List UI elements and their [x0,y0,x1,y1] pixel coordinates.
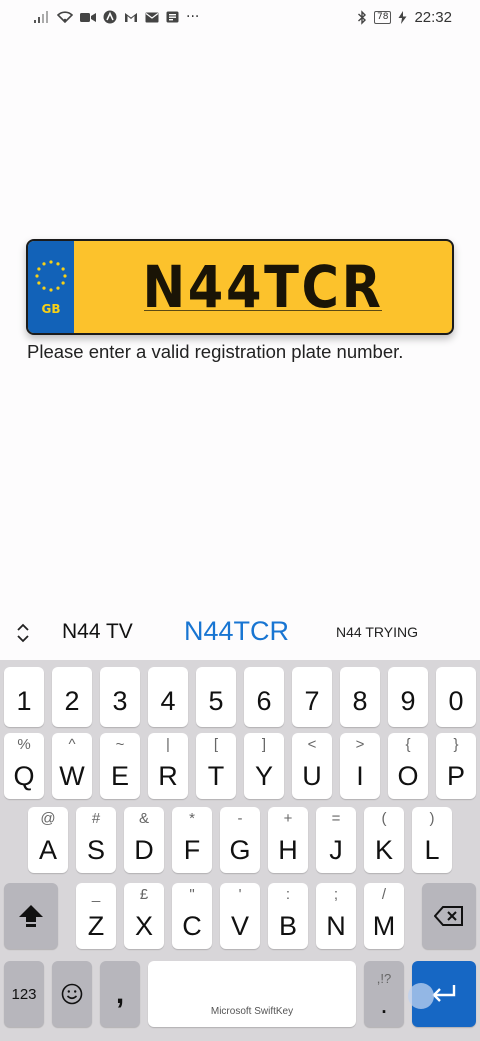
key-z[interactable]: _ Z [76,883,116,949]
emoji-icon [61,983,83,1005]
key-f[interactable]: * F [172,807,212,873]
status-bar: ··· 78 22:32 [0,0,480,34]
status-right: 78 22:32 [357,9,452,26]
numbers-mode-key[interactable]: 123 [4,961,44,1027]
signal-icon [34,9,50,25]
key-t[interactable]: [T [196,733,236,799]
period-key[interactable]: ,!?. [364,961,404,1027]
enter-key[interactable] [408,961,476,1027]
emoji-key[interactable] [52,961,92,1027]
key-6[interactable]: 6 [244,667,284,727]
key-p[interactable]: } P [436,733,476,799]
plate-country-band: GB [28,241,74,333]
suggestion-item[interactable]: N44 TRYING [336,624,418,640]
key-c[interactable]: " C [172,883,212,949]
plate-country-code: GB [41,302,61,316]
key-o[interactable]: {O [388,733,428,799]
battery-icon: 78 [374,10,392,24]
arch-icon [103,9,117,25]
eu-stars-icon [35,260,67,292]
key-5[interactable]: 5 [196,667,236,727]
key-9[interactable]: 9 [388,667,428,727]
keyboard: 1 2 3 4 5 6 7 8 9 0 % Q ^ W ~ E | R [T ] Y < U… [0,660,480,1041]
key-a[interactable]: @ A [28,807,68,873]
key-d[interactable]: & D [124,807,164,873]
key-r[interactable]: | R [148,733,188,799]
key-u[interactable]: < U [292,733,332,799]
space-key[interactable]: Microsoft SwiftKey [148,961,356,1027]
backspace-key[interactable] [422,883,476,949]
touch-indicator [408,983,434,1009]
backspace-icon [434,906,463,926]
plate-registration-text[interactable]: N44TCR [142,258,383,316]
key-e[interactable]: ~ E [100,733,140,799]
space-key-label: Microsoft SwiftKey [210,1006,294,1017]
key-w[interactable]: ^ W [52,733,92,799]
text-cursor-underline [144,309,382,311]
gmail-icon [124,9,138,25]
news-icon [166,9,179,25]
key-s[interactable]: # S [76,807,116,873]
validation-hint: Please enter a valid registration plate … [27,341,404,362]
key-k[interactable]: (K [364,807,404,873]
key-h[interactable]: + H [268,807,308,873]
key-3[interactable]: 3 [100,667,140,727]
key-0[interactable]: 0 [436,667,476,727]
key-2[interactable]: 2 [52,667,92,727]
key-i[interactable]: > I [340,733,380,799]
expand-collapse-icon[interactable] [14,621,32,645]
key-q[interactable]: % Q [4,733,44,799]
key-g[interactable]: -G [220,807,260,873]
shift-icon [19,905,43,927]
key-7[interactable]: 7 [292,667,332,727]
status-left: ··· [34,9,199,25]
plate-input[interactable]: N44TCR [74,241,452,333]
wifi-icon [57,9,73,25]
key-m[interactable]: / M [364,883,404,949]
shift-key[interactable] [4,883,58,949]
key-1[interactable]: 1 [4,667,44,727]
video-icon [80,9,96,25]
clock: 22:32 [414,8,452,26]
key-x[interactable]: £ X [124,883,164,949]
more-icon: ··· [186,9,200,25]
key-8[interactable]: 8 [340,667,380,727]
key-l[interactable]: ) L [412,807,452,873]
suggestion-item[interactable]: N44 TV [62,620,133,644]
comma-key[interactable]: , [100,961,140,1027]
key-b[interactable]: :B [268,883,308,949]
suggestion-bar: N44 TV N44TCR N44 TRYING [0,606,480,660]
key-y[interactable]: ] Y [244,733,284,799]
key-v[interactable]: ' V [220,883,260,949]
key-4[interactable]: 4 [148,667,188,727]
bluetooth-icon [357,9,367,25]
suggestion-item-primary[interactable]: N44TCR [184,616,289,647]
key-j[interactable]: = J [316,807,356,873]
key-n[interactable]: ; N [316,883,356,949]
charging-icon [398,9,407,25]
mail-icon [145,9,159,25]
registration-plate[interactable]: GB N44TCR [26,239,454,335]
